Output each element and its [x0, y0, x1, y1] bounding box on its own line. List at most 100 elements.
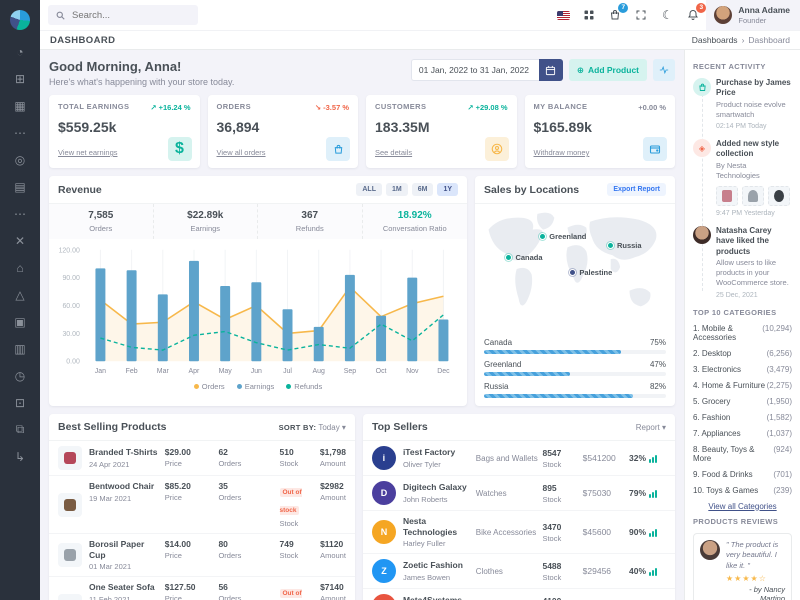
sidebar-item-landing-more-icon[interactable]: ⋯ — [0, 204, 40, 223]
breadcrumb-separator: › — [742, 35, 745, 45]
view-all-categories-link[interactable]: View all Categories — [693, 502, 792, 511]
stat-delta: +0.00 % — [638, 103, 666, 112]
seller-row: Z Zoetic FashionJames Bowen Clothes 5488… — [363, 554, 675, 589]
sidebar-item-widgets-icon[interactable]: ✕ — [0, 231, 40, 250]
seller-logo: i — [372, 446, 396, 470]
location-progress-list: Canada75% Greenland47% Russia82% — [475, 330, 675, 406]
revenue-card: Revenue ALL 1M 6M 1Y 7,585Orders $22.89k… — [49, 176, 467, 406]
user-role: Founder — [738, 16, 790, 25]
stat-delta: ↘ -3.57 % — [315, 103, 349, 112]
range-1y-button[interactable]: 1Y — [437, 183, 458, 196]
stat-card-orders: ORDERS ↘ -3.57 % 36,894 View all orders — [208, 95, 359, 168]
language-flag-button[interactable] — [550, 2, 576, 28]
top-sellers-card: Top Sellers Report ▾ i iTest FactoryOliv… — [363, 414, 675, 600]
search-input[interactable] — [70, 9, 180, 22]
seller-row: D Digitech GalaxyJohn Roberts Watches 89… — [363, 476, 675, 511]
sidebar-item-advance-ui-icon[interactable]: △ — [0, 285, 40, 304]
revenue-refunds-value: 367 — [260, 210, 360, 221]
sidebar-item-tables-icon[interactable]: ▥ — [0, 339, 40, 358]
greeting-subtitle: Here's what's happening with your store … — [49, 77, 234, 87]
sidebar-item-maps-icon[interactable]: ⧉ — [0, 420, 40, 439]
add-product-button[interactable]: ⊕Add Product — [569, 59, 647, 81]
range-1m-button[interactable]: 1M — [386, 183, 408, 196]
progress-bar — [484, 394, 633, 398]
export-report-button[interactable]: Export Report — [607, 183, 666, 196]
svg-text:Mar: Mar — [157, 368, 170, 375]
notifications-button[interactable]: 3 — [680, 2, 706, 28]
right-sidebar: RECENT ACTIVITY Purchase by James Price … — [684, 50, 800, 600]
stat-value: $165.89k — [534, 119, 667, 135]
view-all-orders-link[interactable]: View all orders — [217, 148, 266, 157]
user-menu[interactable]: Anna Adame Founder — [706, 0, 800, 30]
sidebar-item-forms-icon[interactable]: ▣ — [0, 312, 40, 331]
range-all-button[interactable]: ALL — [356, 183, 382, 196]
purchase-bag-icon — [693, 78, 711, 96]
dark-mode-button[interactable]: ☾ — [654, 2, 680, 28]
products-reviews-title: PRODUCTS REVIEWS — [693, 517, 792, 526]
revenue-title: Revenue — [58, 184, 102, 196]
sidebar-item-auth-icon[interactable]: ◎ — [0, 150, 40, 169]
revenue-chart: 0.0030.0060.0090.00120.00JanFebMarAprMay… — [49, 239, 467, 380]
app-logo-icon[interactable] — [10, 10, 30, 30]
see-details-link[interactable]: See details — [375, 148, 412, 157]
category-row: 1. Mobile & Accessories(10,294) — [693, 324, 792, 342]
locations-title: Sales by Locations — [484, 184, 579, 196]
sort-by-dropdown[interactable]: SORT BY: Today ▾ — [279, 423, 346, 432]
cart-button[interactable]: 7 — [602, 2, 628, 28]
sidebar-item-dashboards-icon[interactable]: ◔ — [0, 42, 40, 61]
sidebar-item-apps-icon[interactable]: ⊞ — [0, 69, 40, 88]
sidebar-item-pages-icon[interactable]: ▤ — [0, 177, 40, 196]
sidebar-item-multilevel-icon[interactable]: ↳ — [0, 447, 40, 466]
legend-earnings: Earnings — [237, 382, 275, 391]
out-of-stock-badge: Out of stock — [280, 488, 302, 515]
revenue-conversion-value: 18.92% — [365, 210, 466, 221]
topbar: 7 ☾ 3 Anna Adame Founder — [40, 0, 800, 30]
stat-value: 36,894 — [217, 119, 350, 135]
main-content: Good Morning, Anna! Here's what's happen… — [40, 50, 684, 600]
sales-by-locations-card: Sales by Locations Export Report — [475, 176, 675, 406]
web-apps-button[interactable] — [576, 2, 602, 28]
stat-card-total-earnings: TOTAL EARNINGS ↗ +16.24 % $559.25k View … — [49, 95, 200, 168]
range-6m-button[interactable]: 6M — [412, 183, 434, 196]
pulse-icon — [659, 64, 669, 76]
stat-card-my-balance: MY BALANCE +0.00 % $165.89k Withdraw mon… — [525, 95, 676, 168]
top-categories-list: 1. Mobile & Accessories(10,294) 2. Deskt… — [693, 324, 792, 495]
location-row-greenland: Greenland47% — [484, 360, 666, 376]
sidebar-item-pages-more-icon[interactable]: ⋯ — [0, 123, 40, 142]
product-thumbnail — [58, 493, 82, 517]
seller-row: N Nesta TechnologiesHarley Fuller Bike A… — [363, 511, 675, 554]
stat-delta: ↗ +29.08 % — [467, 103, 507, 112]
svg-text:0.00: 0.00 — [66, 359, 80, 366]
sidebar-item-charts-icon[interactable]: ◷ — [0, 366, 40, 385]
mini-bars-icon — [649, 490, 657, 498]
revenue-legend: Orders Earnings Refunds — [49, 380, 467, 397]
product-row: Branded T-Shirts24 Apr 2021 $29.00Price … — [49, 441, 355, 476]
activity-shortcut-button[interactable] — [653, 59, 675, 81]
search-icon — [56, 11, 65, 20]
report-dropdown[interactable]: Report ▾ — [636, 423, 666, 432]
map-marker-canada: Canada — [505, 253, 542, 262]
svg-text:Nov: Nov — [406, 368, 419, 375]
user-name: Anna Adame — [738, 5, 790, 15]
product-thumbnail — [58, 594, 82, 600]
wallet-icon — [643, 137, 667, 161]
svg-text:Dec: Dec — [437, 368, 450, 375]
map-marker-greenland: Greenland — [539, 232, 586, 241]
withdraw-money-link[interactable]: Withdraw money — [534, 148, 590, 157]
breadcrumb-dashboards[interactable]: Dashboards — [692, 35, 738, 45]
notification-count-badge: 3 — [696, 3, 706, 13]
plus-circle-icon: ⊕ — [577, 65, 584, 76]
sidebar-item-icons-icon[interactable]: ⊡ — [0, 393, 40, 412]
activity-item: ◈ Added new style collection By Nesta Te… — [693, 139, 792, 217]
fullscreen-button[interactable] — [628, 2, 654, 28]
fullscreen-icon — [635, 9, 647, 21]
date-range-input[interactable] — [411, 59, 539, 81]
category-row: 2. Desktop(6,256) — [693, 349, 792, 358]
calendar-button[interactable] — [539, 59, 563, 81]
sidebar-item-base-ui-icon[interactable]: ⌂ — [0, 258, 40, 277]
view-net-earnings-link[interactable]: View net earnings — [58, 148, 117, 157]
sidebar-item-layouts-icon[interactable]: ▦ — [0, 96, 40, 115]
topbar-actions: 7 ☾ 3 Anna Adame Founder — [550, 0, 800, 30]
stat-value: $559.25k — [58, 119, 191, 135]
svg-text:Jul: Jul — [283, 368, 292, 375]
